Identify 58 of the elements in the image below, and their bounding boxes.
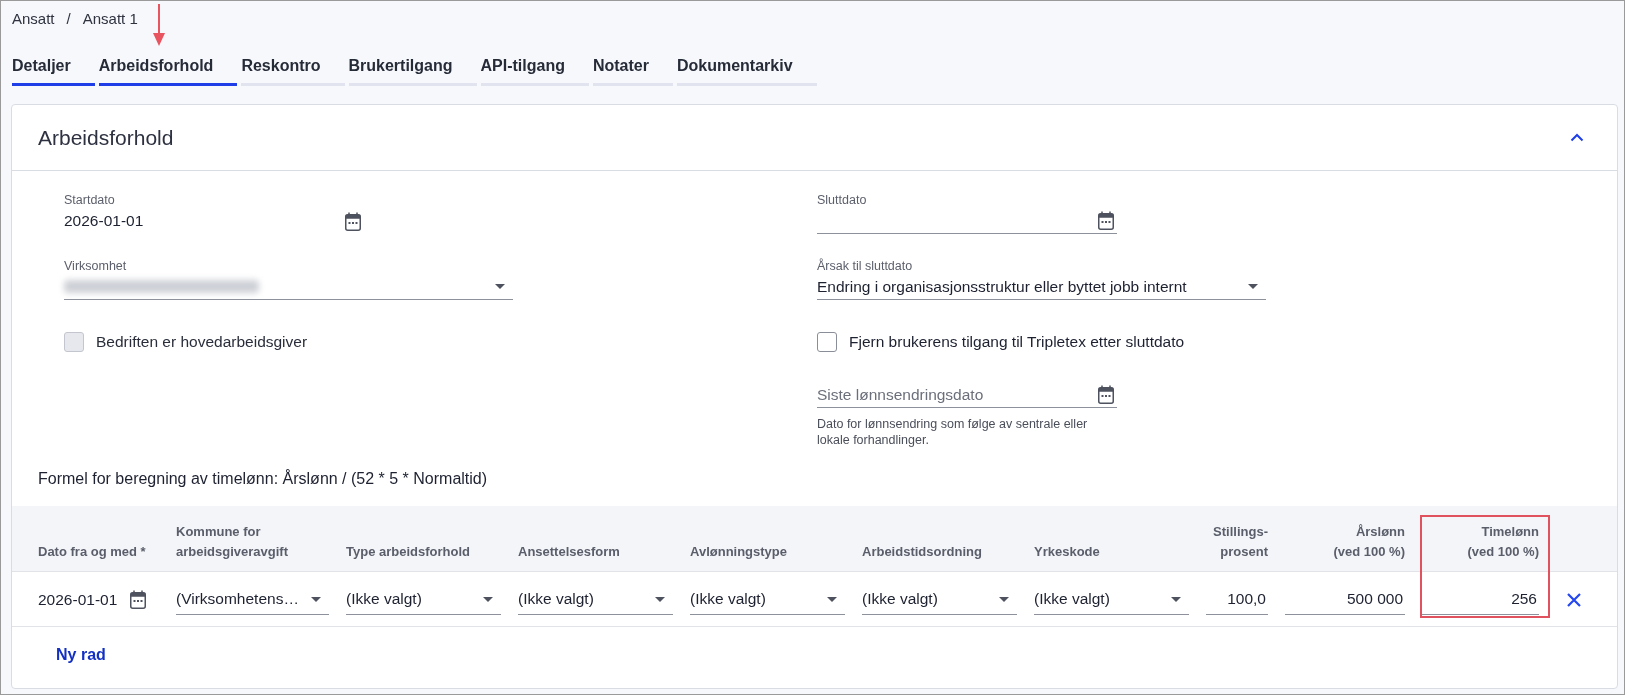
select-field[interactable]: (Virksomhetens… xyxy=(176,584,329,615)
checkbox[interactable] xyxy=(817,332,837,352)
select-field[interactable]: (Ikke valgt) xyxy=(518,584,673,615)
field-label: Virksomhet xyxy=(64,258,128,274)
calendar-icon[interactable] xyxy=(129,590,148,609)
panel-title: Arbeidsforhold xyxy=(38,124,174,151)
field-label: Sluttdato xyxy=(817,192,868,208)
tab[interactable]: Reskontro xyxy=(241,50,345,86)
number-input[interactable]: 256 xyxy=(1422,584,1539,615)
calendar-icon[interactable] xyxy=(344,211,362,231)
checkbox-label: Bedriften er hovedarbeidsgiver xyxy=(96,332,308,353)
checkbox-label: Fjern brukerens tilgang til Tripletex etter sluttdato xyxy=(849,332,1185,353)
date-field[interactable]: Siste lønnsendringsdato xyxy=(817,382,1117,408)
column-header: Type arbeidsforhold xyxy=(346,543,471,561)
calendar-icon[interactable] xyxy=(1097,211,1115,230)
dropdown-triangle-icon[interactable] xyxy=(311,596,321,602)
column-header: Arbeidstidsordning xyxy=(862,543,983,561)
add-row-button[interactable]: Ny rad xyxy=(48,641,114,669)
tab[interactable]: Arbeidsforhold xyxy=(98,50,238,86)
column-header: Yrkeskode xyxy=(1034,543,1101,561)
select-field[interactable]: (Ikke valgt) xyxy=(346,584,501,615)
field-label: Startdato xyxy=(64,192,116,208)
date-field[interactable]: 2026-01-01 xyxy=(64,208,364,234)
calendar-icon[interactable] xyxy=(1097,385,1115,404)
x-icon[interactable] xyxy=(1566,591,1582,608)
chevron-up-icon[interactable] xyxy=(1570,133,1584,142)
breadcrumb-separator: / xyxy=(66,8,71,29)
dropdown-triangle-icon[interactable] xyxy=(999,596,1009,602)
field-label: Årsak til sluttdato xyxy=(817,258,914,274)
helper-text: Dato for lønnsendring som følge av sentrale eller lokale forhandlinger. xyxy=(817,416,1089,448)
tab[interactable]: Notater xyxy=(592,50,673,86)
column-header: Kommune for arbeidsgiveravgift xyxy=(176,523,289,561)
select-field[interactable]: (Ikke valgt) xyxy=(690,584,845,615)
column-header: Timelønn (ved 100 %) xyxy=(1466,523,1539,561)
dropdown-triangle-icon[interactable] xyxy=(1171,596,1181,602)
column-header: Årslønn (ved 100 %) xyxy=(1332,523,1405,561)
select-field[interactable]: Endring i organisasjonsstruktur eller byttet jobb internt xyxy=(817,274,1266,300)
tab[interactable]: Dokumentarkiv xyxy=(676,50,817,86)
breadcrumb-link[interactable]: Ansatt xyxy=(12,8,55,29)
column-header: Avlønningstype xyxy=(690,543,789,561)
dropdown-triangle-icon[interactable] xyxy=(827,596,837,602)
dropdown-triangle-icon[interactable] xyxy=(483,596,493,602)
column-header: Dato fra og med * xyxy=(38,543,147,561)
dropdown-triangle-icon[interactable] xyxy=(655,596,665,602)
dropdown-triangle-icon[interactable] xyxy=(495,284,505,289)
number-input[interactable]: 500 000 xyxy=(1285,584,1405,615)
column-header: Ansettelsesform xyxy=(518,543,621,561)
select-field[interactable]: (Ikke valgt) xyxy=(862,584,1017,615)
select-field[interactable]: (Ikke valgt) xyxy=(1034,584,1189,615)
dropdown-triangle-icon[interactable] xyxy=(1248,284,1258,289)
tab[interactable]: Brukertilgang xyxy=(348,50,477,86)
column-header: Stillings- prosent xyxy=(1212,523,1268,561)
number-input[interactable]: 100,0 xyxy=(1206,584,1268,615)
formula-text: Formel for beregning av timelønn: Årslønn / (52 * 5 * Normaltid) xyxy=(37,469,489,489)
tab[interactable]: API-tilgang xyxy=(480,50,589,86)
date-field[interactable]: 2026-01-01 xyxy=(38,584,159,615)
tab[interactable]: Detaljer xyxy=(12,50,95,86)
breadcrumb-current: Ansatt 1 xyxy=(82,8,138,29)
